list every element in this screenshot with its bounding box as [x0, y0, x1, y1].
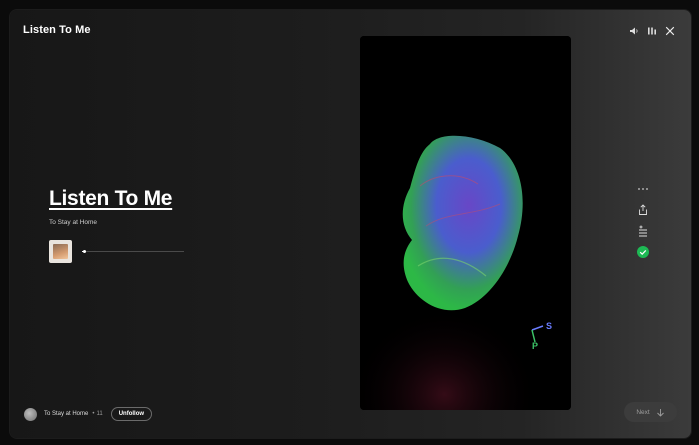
channel-avatar[interactable] — [24, 407, 37, 421]
axis-p-label: P — [532, 341, 538, 351]
add-to-queue-icon[interactable] — [636, 224, 650, 237]
separator-dot: • — [92, 411, 95, 417]
progress-knob[interactable] — [83, 250, 87, 253]
modal-top-controls — [629, 23, 675, 36]
track-title-link[interactable]: Listen To Me — [49, 187, 172, 211]
channel-count: 11 — [96, 411, 103, 417]
video-player[interactable]: S P — [360, 36, 571, 410]
bars-icon[interactable] — [647, 23, 657, 35]
arrow-down-icon — [656, 408, 665, 417]
close-icon[interactable] — [665, 23, 675, 36]
axis-s-label: S — [546, 321, 552, 331]
track-subtitle[interactable]: To Stay at Home — [49, 219, 97, 226]
share-icon[interactable] — [636, 203, 650, 215]
channel-footer: To Stay at Home • 11 Unfollow — [24, 407, 153, 421]
modal-title: Listen To Me — [23, 24, 91, 36]
volume-icon[interactable] — [629, 23, 639, 35]
playback-progress-bar[interactable] — [82, 250, 184, 253]
next-label: Next — [636, 408, 650, 416]
brain-scan-image: S P — [360, 36, 571, 410]
next-button[interactable]: Next — [624, 402, 677, 422]
video-modal: Listen To Me Listen To Me To Stay at Hom… — [10, 10, 691, 438]
side-action-bar — [635, 182, 651, 258]
check-icon[interactable] — [636, 245, 650, 258]
channel-name[interactable]: To Stay at Home — [44, 411, 88, 417]
unfollow-button[interactable]: Unfollow — [110, 407, 153, 421]
more-icon[interactable] — [636, 182, 650, 194]
track-thumbnail[interactable] — [49, 240, 72, 263]
